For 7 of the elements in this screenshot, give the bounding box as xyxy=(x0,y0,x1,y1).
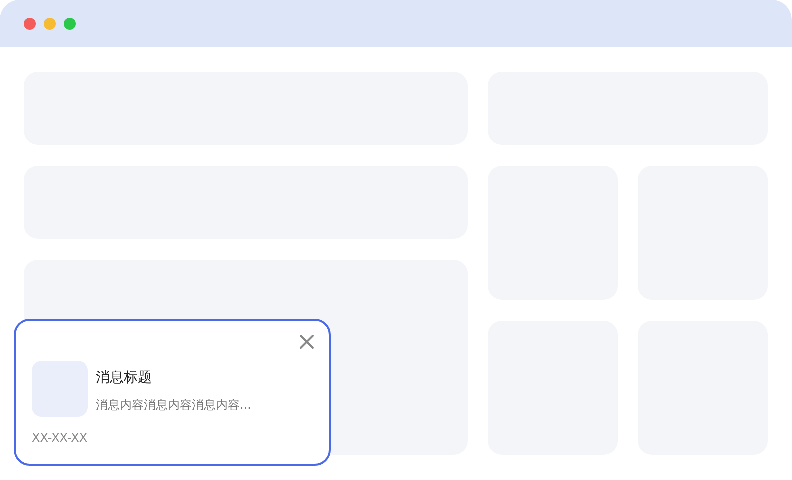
close-icon[interactable] xyxy=(299,334,315,350)
notification-date: XX-XX-XX xyxy=(32,430,89,446)
close-window-icon[interactable] xyxy=(24,18,36,30)
notification-message: 消息内容消息内容消息内容... xyxy=(96,397,252,413)
notification-title: 消息标题 xyxy=(96,369,153,387)
minimize-window-icon[interactable] xyxy=(44,18,56,30)
maximize-window-icon[interactable] xyxy=(64,18,76,30)
